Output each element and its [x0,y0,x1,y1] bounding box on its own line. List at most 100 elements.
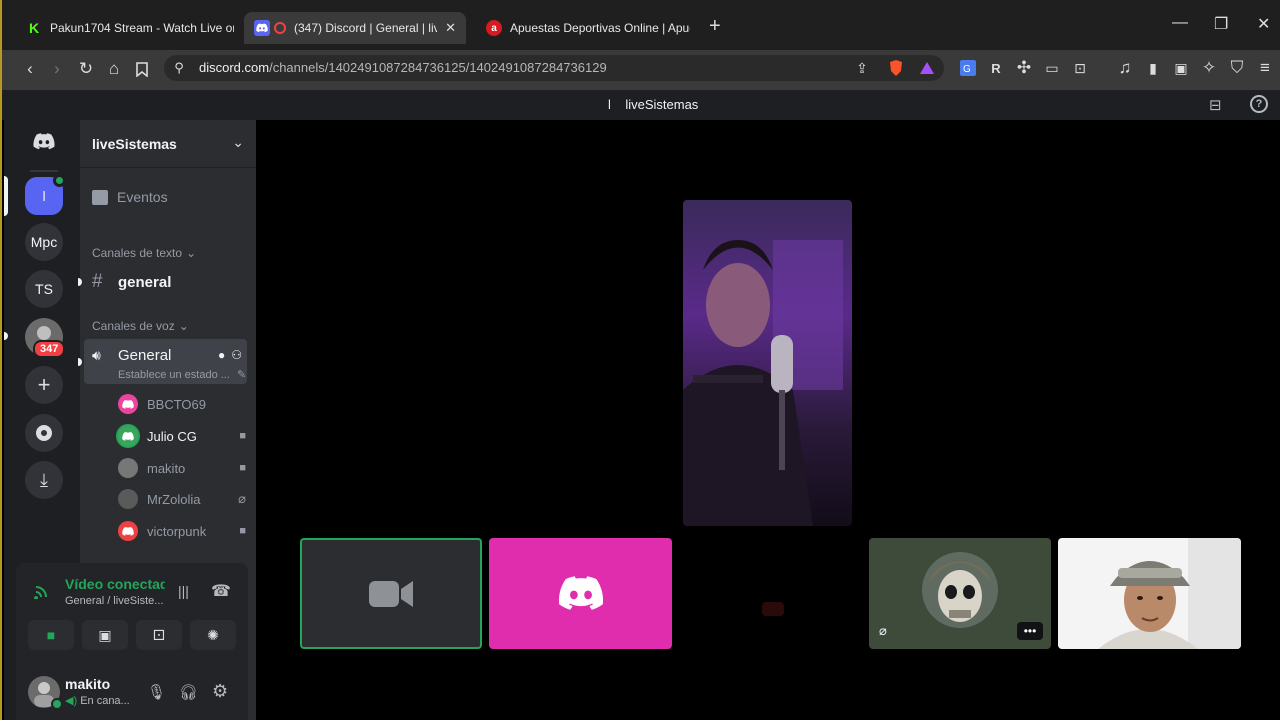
discord-icon [558,576,603,610]
forward-icon[interactable]: › [46,58,68,80]
mention-badge: 347 [33,340,66,358]
close-window-icon[interactable]: ✕ [1257,14,1270,34]
channel-general[interactable]: # general [92,271,268,293]
avatar [118,426,138,446]
username[interactable]: makito [65,676,110,692]
headphones-icon[interactable]: 🎧︎ [179,683,198,701]
svg-text:G: G [963,64,971,75]
kick-icon: K [26,20,42,36]
bookmark-icon[interactable] [131,58,153,80]
server-ts[interactable]: TS [25,270,63,308]
tab-kick-stream[interactable]: K Pakun1704 Stream - Watch Live on K [16,12,244,44]
server-title: l liveSistemas [608,97,699,112]
more-options-icon[interactable]: ••• [1017,622,1043,640]
discord-title-bar: l liveSistemas ⊟ ? [2,90,1280,120]
voice-status: Vídeo conectad [65,576,165,592]
discord-home-icon[interactable] [25,122,63,160]
voice-channel-row: 🔊︎ General ● ⚇ [92,346,242,364]
video-tile-skull-avatar[interactable]: ⌀ ••• [869,538,1051,649]
discover-icon[interactable] [25,414,63,452]
download-icon[interactable]: ⤓ [25,461,63,499]
add-server-icon[interactable]: + [25,366,63,404]
extensions-icon[interactable]: ✣ [1013,57,1035,79]
screen-share-icon: ▣ [98,626,112,643]
signal-icon[interactable] [34,583,50,604]
home-icon[interactable]: ⌂ [103,58,125,80]
text-category[interactable]: Canales de texto ⌄ [92,245,268,261]
dim-indicator-icon [762,602,784,616]
active-server-pill [4,176,8,216]
avatar [118,489,138,509]
sidebar-icon[interactable]: ▮ [1142,57,1164,79]
restore-icon[interactable]: ❐ [1214,14,1228,34]
cast-icon[interactable]: ▭ [1041,57,1063,79]
video-tile-webcam[interactable] [1058,538,1241,649]
video-tile-discord-avatar[interactable] [489,538,672,649]
voice-user[interactable]: makito ■ [118,457,246,479]
user-status: ◀) En cana... [65,695,130,707]
tab-apuestas[interactable]: a Apuestas Deportivas Online | Apuesta [476,12,700,44]
server-mpc[interactable]: Mpc [25,223,63,261]
help-icon[interactable]: ? [1250,95,1268,113]
camera-toggle-button[interactable]: ■ [28,620,74,650]
video-camera-icon: ■ [239,462,246,474]
screenshot-icon[interactable]: ⊡ [1069,57,1091,79]
menu-icon[interactable]: ≡ [1254,57,1276,79]
new-tab-icon[interactable]: + [709,16,721,36]
chat-bubble-icon[interactable]: ● [218,348,225,362]
voice-user[interactable]: BBCTO69 [118,393,246,415]
brave-rewards-icon[interactable] [916,57,938,79]
url-text[interactable]: discord.com/channels/1402491087284736125… [199,60,607,75]
translate-extension-icon[interactable]: G [957,57,979,79]
focused-video-stream[interactable] [683,200,852,526]
tab-discord[interactable]: (347) Discord | General | liveSi ✕ [244,12,466,44]
voice-activity-icon: ◀) [65,695,78,707]
avatar [118,521,138,541]
speaker-icon: 🔊︎ [92,346,101,363]
media-controls-icon[interactable]: ♫ [1114,57,1136,79]
extension-r-icon[interactable]: R [985,57,1007,79]
server-livesistemas[interactable]: l [25,174,66,215]
server-header[interactable]: liveSistemas ⌄ [80,120,256,168]
invite-user-icon[interactable]: ⚇ [231,348,242,362]
back-icon[interactable]: ‹ [19,58,41,80]
disconnect-icon[interactable]: ☎ [211,581,231,601]
events-item[interactable]: Eventos [92,187,268,207]
gamepad-icon: ⚀ [152,626,166,643]
reload-icon[interactable]: ↻ [75,58,97,80]
online-status-icon [51,698,63,710]
settings-gear-icon[interactable]: ⚙ [212,681,228,702]
share-icon[interactable]: ⇪ [851,57,873,79]
microphone-icon[interactable]: 🎙︎ [147,683,166,701]
close-tab-icon[interactable]: ✕ [437,20,456,36]
voice-channel-status[interactable]: Establece un estado ... ✎ [118,368,246,381]
discord-icon [254,20,270,36]
video-camera-icon: ■ [46,627,56,643]
site-settings-icon[interactable]: ⚲ [168,57,190,79]
video-tile-empty[interactable] [680,538,862,649]
camera-off-icon [369,580,413,607]
chevron-down-icon: ⌄ [232,134,244,150]
voice-user[interactable]: MrZololia ⌀ [118,488,246,510]
brave-shield-icon[interactable] [885,57,907,79]
share-screen-button[interactable]: ▣ [82,620,128,650]
wallet-icon[interactable]: ▣ [1170,57,1192,79]
chevron-down-icon: ⌄ [186,246,197,260]
voice-user[interactable]: victorpunk ■ [118,520,246,542]
vpn-icon[interactable]: ⛉ [1226,57,1248,79]
leo-ai-icon[interactable]: ✧ [1198,57,1220,79]
activities-button[interactable]: ⚀ [136,620,182,650]
server-avatar[interactable]: 347 [25,318,66,358]
video-camera-icon: ■ [239,430,246,442]
voice-location[interactable]: General / liveSiste... [65,595,165,607]
inbox-icon[interactable]: ⊟ [1209,96,1222,114]
unread-pill [4,332,8,340]
minimize-icon[interactable]: — [1172,14,1188,32]
pencil-icon: ✎ [236,369,247,381]
voice-category[interactable]: Canales de voz ⌄ [92,318,268,334]
soundboard-button[interactable]: ✺ [190,620,236,650]
voice-user[interactable]: Julio CG ■ [118,425,246,447]
video-tile-user[interactable] [300,538,482,649]
mic-muted-icon: ⌀ [879,623,887,638]
noise-suppression-icon[interactable]: ||| [178,583,189,599]
